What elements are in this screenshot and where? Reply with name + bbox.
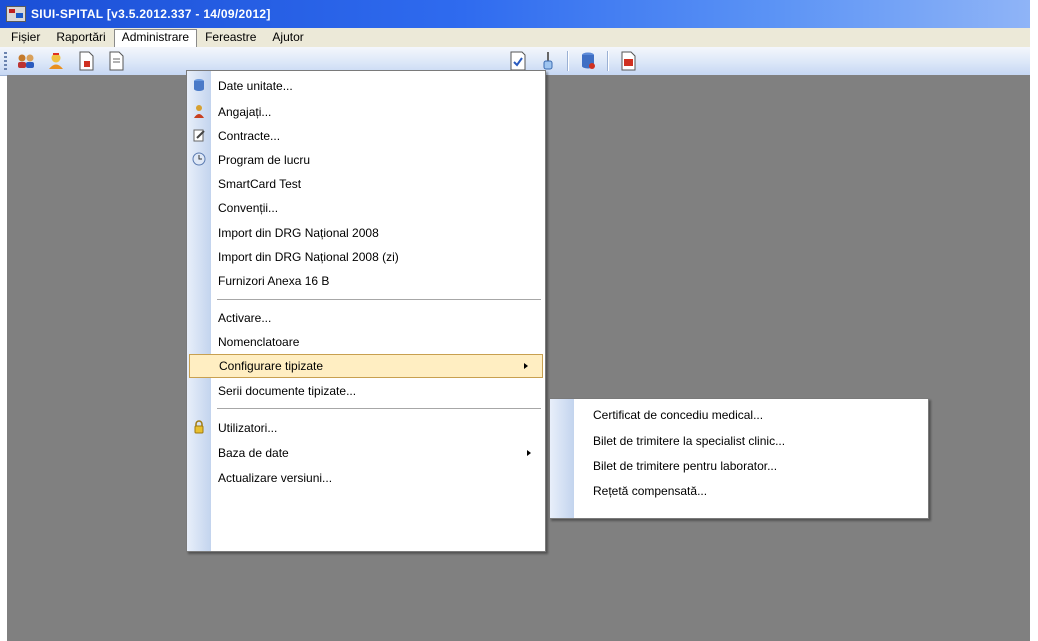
title-bar[interactable]: SIUI-SPITAL [v3.5.2012.337 - 14/09/2012] xyxy=(0,0,1030,28)
menu-fisier[interactable]: Fișier xyxy=(3,29,48,46)
menu-administrare[interactable]: Administrare xyxy=(113,29,198,48)
menu-ajutor[interactable]: Ajutor xyxy=(264,29,311,46)
menu-item-label: Baza de date xyxy=(218,446,289,460)
menu-item-import-drg-2008[interactable]: Import din DRG Național 2008 xyxy=(187,222,545,244)
syringe-icon[interactable] xyxy=(537,50,559,72)
menu-item-label: Utilizatori... xyxy=(218,421,278,435)
menu-item-label: Configurare tipizate xyxy=(219,359,324,373)
menu-item-utilizatori[interactable]: Utilizatori... xyxy=(187,417,545,439)
menu-separator xyxy=(217,299,541,300)
users-icon[interactable] xyxy=(15,50,37,72)
menu-item-label: SmartCard Test xyxy=(218,177,302,191)
menu-item-conventii[interactable]: Convenții... xyxy=(187,197,545,219)
page-margin xyxy=(1030,0,1038,641)
menu-item-label: Contracte... xyxy=(218,129,281,143)
contract-icon xyxy=(193,129,205,142)
submenu-item-reteta-compensata[interactable]: Rețetă compensată... xyxy=(550,480,928,502)
menu-separator xyxy=(217,408,541,409)
menu-item-import-drg-2008-zi[interactable]: Import din DRG Național 2008 (zi) xyxy=(187,246,545,268)
submenu-item-certificat-concediu[interactable]: Certificat de concediu medical... xyxy=(550,404,928,426)
clock-icon xyxy=(192,152,206,166)
app-icon xyxy=(6,6,26,22)
submenu-item-bilet-specialist[interactable]: Bilet de trimitere la specialist clinic.… xyxy=(550,430,928,452)
menu-item-actualizare-versiuni[interactable]: Actualizare versiuni... xyxy=(187,467,545,489)
submenu-item-label: Rețetă compensată... xyxy=(593,484,708,498)
configurare-tipizate-submenu: Certificat de concediu medical... Bilet … xyxy=(549,398,929,519)
menu-item-label: Program de lucru xyxy=(218,153,311,167)
menu-item-baza-de-date[interactable]: Baza de date xyxy=(187,442,545,464)
toolbar-separator xyxy=(567,51,569,71)
menu-item-smartcard-test[interactable]: SmartCard Test xyxy=(187,173,545,195)
checklist-icon[interactable] xyxy=(507,50,529,72)
menu-item-label: Import din DRG Național 2008 xyxy=(218,226,379,240)
window-title: SIUI-SPITAL [v3.5.2012.337 - 14/09/2012] xyxy=(31,7,271,21)
menu-item-label: Serii documente tipizate... xyxy=(218,384,357,398)
menu-fereastre[interactable]: Fereastre xyxy=(197,29,264,46)
report-icon[interactable] xyxy=(617,50,639,72)
lock-icon xyxy=(194,420,204,434)
menu-item-contracte[interactable]: Contracte... xyxy=(187,125,545,147)
menu-item-program-de-lucru[interactable]: Program de lucru xyxy=(187,149,545,171)
submenu-item-label: Bilet de trimitere la specialist clinic.… xyxy=(593,434,786,448)
menu-item-activare[interactable]: Activare... xyxy=(187,307,545,329)
menu-item-label: Actualizare versiuni... xyxy=(218,471,333,485)
menu-item-configurare-tipizate[interactable]: Configurare tipizate xyxy=(189,354,543,378)
toolbar-grip[interactable] xyxy=(4,52,7,70)
menu-item-label: Angajați... xyxy=(218,105,272,119)
menu-item-label: Activare... xyxy=(218,311,272,325)
submenu-item-label: Bilet de trimitere pentru laborator... xyxy=(593,459,778,473)
menu-item-serii-documente[interactable]: Serii documente tipizate... xyxy=(187,380,545,402)
app-window: SIUI-SPITAL [v3.5.2012.337 - 14/09/2012]… xyxy=(0,0,1030,641)
database-icon xyxy=(194,79,204,91)
menu-item-furnizori-anexa[interactable]: Furnizori Anexa 16 B xyxy=(187,270,545,292)
menu-raportari[interactable]: Raportări xyxy=(48,29,113,46)
database-icon[interactable] xyxy=(577,50,599,72)
submenu-arrow-icon xyxy=(524,363,528,369)
menu-item-label: Furnizori Anexa 16 B xyxy=(218,274,330,288)
submenu-item-label: Certificat de concediu medical... xyxy=(593,408,764,422)
menu-bar: Fișier Raportări Administrare Fereastre … xyxy=(0,28,1030,48)
submenu-arrow-icon xyxy=(527,450,531,456)
menu-item-label: Convenții... xyxy=(218,201,279,215)
submenu-item-bilet-laborator[interactable]: Bilet de trimitere pentru laborator... xyxy=(550,455,928,477)
document-icon[interactable] xyxy=(75,50,97,72)
menu-item-date-unitate[interactable]: Date unitate... xyxy=(187,75,545,97)
menu-item-label: Import din DRG Național 2008 (zi) xyxy=(218,250,399,264)
menu-item-nomenclatoare[interactable]: Nomenclatoare xyxy=(187,331,545,353)
menu-item-angajati[interactable]: Angajați... xyxy=(187,101,545,123)
toolbar-separator xyxy=(607,51,609,71)
document-icon[interactable] xyxy=(105,50,127,72)
administrare-menu: Date unitate... Angajați... Contracte...… xyxy=(186,70,546,552)
menu-item-label: Nomenclatoare xyxy=(218,335,300,349)
employee-icon xyxy=(194,105,204,118)
doctor-icon[interactable] xyxy=(45,50,67,72)
menu-item-label: Date unitate... xyxy=(218,79,293,93)
